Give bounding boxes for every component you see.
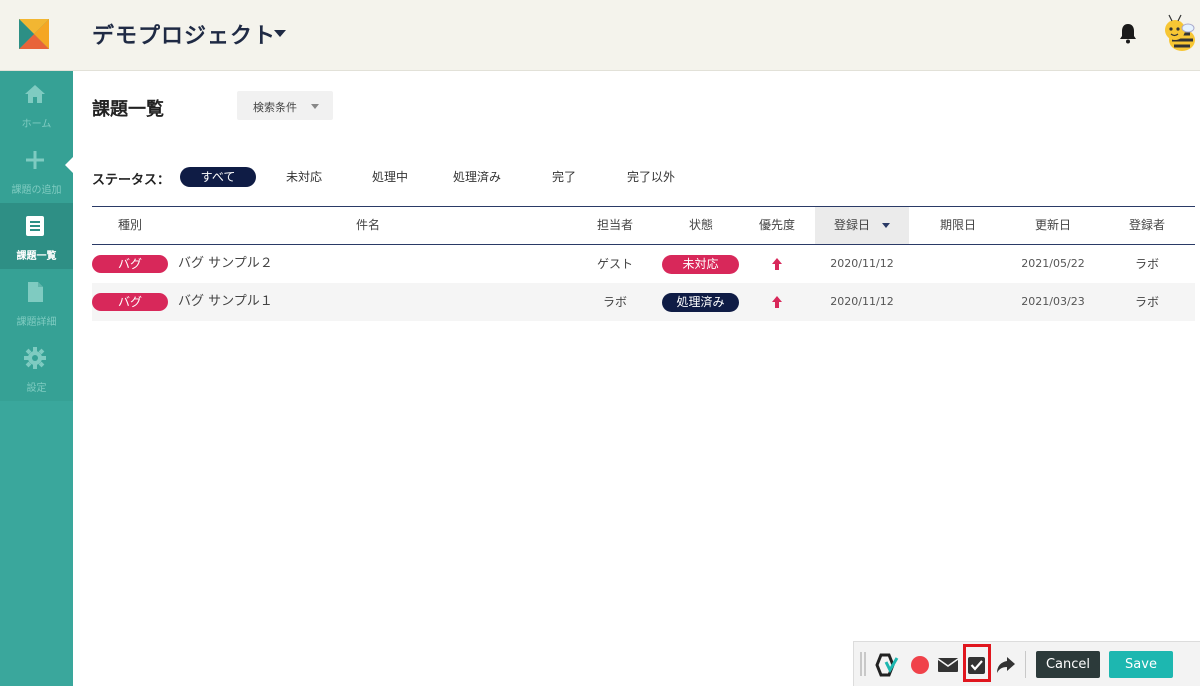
sidebar: ホーム 課題の追加 課題一覧 課題詳細 設定: [0, 71, 73, 686]
sidebar-item-label: 設定: [26, 383, 47, 394]
sort-descending-icon: [882, 223, 890, 228]
sidebar-item-issue-detail[interactable]: 課題詳細: [0, 269, 73, 335]
search-conditions-label: 検索条件: [253, 101, 297, 114]
home-icon: [25, 85, 45, 103]
table-row[interactable]: バグ バグ サンプル１ ラボ 処理済み 2020/11/12 2021/03/2…: [92, 283, 1195, 321]
capture-toolbar: Cancel Save: [853, 641, 1200, 686]
status-filter-open[interactable]: 未対応: [270, 167, 338, 187]
project-dropdown-chevron-icon[interactable]: [274, 30, 286, 37]
sidebar-item-label: 課題詳細: [16, 317, 57, 328]
toolbar-divider: [1025, 651, 1026, 678]
issue-assignee: ラボ: [602, 295, 627, 309]
status-filter-label: ステータス：: [92, 173, 171, 188]
status-filter-closed[interactable]: 完了: [536, 167, 592, 187]
sidebar-item-home[interactable]: ホーム: [0, 71, 73, 137]
document-icon: [28, 282, 43, 302]
plus-icon: [26, 151, 44, 169]
page-title: 課題一覧: [92, 99, 164, 120]
issue-reporter: ラボ: [1134, 295, 1159, 309]
sidebar-item-settings[interactable]: 設定: [0, 335, 73, 401]
issue-due-date: [918, 283, 998, 321]
issue-status-badge: 未対応: [662, 255, 739, 274]
issue-created-date: 2020/11/12: [830, 295, 894, 308]
issue-type-badge: バグ: [92, 293, 168, 311]
status-filter-not-closed[interactable]: 完了以外: [614, 167, 688, 187]
issue-type-badge: バグ: [92, 255, 168, 273]
bee-avatar[interactable]: [1160, 14, 1198, 54]
column-header-due[interactable]: 期限日: [918, 207, 998, 244]
sidebar-item-label: 課題の追加: [11, 185, 62, 196]
app-logo-icon[interactable]: [874, 653, 900, 677]
active-nav-pointer: [65, 157, 73, 173]
column-header-type[interactable]: 種別: [92, 207, 168, 244]
chevron-down-icon: [311, 104, 319, 109]
gear-icon: [24, 347, 46, 369]
issue-reporter: ラボ: [1134, 257, 1159, 271]
status-filter-in-progress[interactable]: 処理中: [356, 167, 424, 187]
toolbar-drag-handle[interactable]: [860, 652, 866, 676]
issue-created-date: 2020/11/12: [830, 257, 894, 270]
sidebar-item-label: 課題一覧: [16, 251, 57, 262]
mail-icon[interactable]: [936, 653, 960, 677]
project-title[interactable]: デモプロジェクト: [92, 18, 276, 50]
column-header-priority[interactable]: 優先度: [748, 207, 806, 244]
app-header: デモプロジェクト: [0, 0, 1200, 71]
high-priority-arrow-icon: [772, 258, 782, 270]
column-header-assignee[interactable]: 担当者: [584, 207, 646, 244]
search-conditions-button[interactable]: 検索条件: [237, 91, 333, 120]
app-logo[interactable]: [19, 19, 49, 49]
high-priority-arrow-icon: [772, 296, 782, 308]
status-filter-all[interactable]: すべて: [180, 167, 256, 187]
issue-assignee: ゲスト: [596, 257, 633, 271]
issue-subject[interactable]: バグ サンプル２: [178, 245, 273, 283]
status-filter-resolved[interactable]: 処理済み: [440, 167, 514, 187]
column-header-status[interactable]: 状態: [662, 207, 740, 244]
sidebar-item-add-issue[interactable]: 課題の追加: [0, 137, 73, 203]
issue-updated-date: 2021/05/22: [1021, 257, 1085, 270]
column-header-created-label: 登録日: [833, 218, 870, 232]
table-row[interactable]: バグ バグ サンプル２ ゲスト 未対応 2020/11/12 2021/05/2…: [92, 245, 1195, 283]
share-icon[interactable]: [994, 653, 1018, 677]
record-icon[interactable]: [908, 653, 932, 677]
bell-icon[interactable]: [1118, 22, 1138, 44]
issue-due-date: [918, 245, 998, 283]
sidebar-item-label: ホーム: [21, 119, 52, 130]
issue-status-badge: 処理済み: [662, 293, 739, 312]
column-header-subject[interactable]: 件名: [170, 207, 566, 244]
column-header-updated[interactable]: 更新日: [1010, 207, 1096, 244]
column-header-created[interactable]: 登録日: [815, 207, 909, 244]
list-icon: [26, 216, 44, 236]
checkbox-highlight-frame: [963, 644, 991, 682]
issue-subject[interactable]: バグ サンプル１: [178, 283, 273, 321]
column-header-reporter[interactable]: 登録者: [1112, 207, 1182, 244]
save-button[interactable]: Save: [1109, 651, 1173, 678]
issue-updated-date: 2021/03/23: [1021, 295, 1085, 308]
cancel-button[interactable]: Cancel: [1036, 651, 1100, 678]
sidebar-item-issue-list[interactable]: 課題一覧: [0, 203, 73, 269]
